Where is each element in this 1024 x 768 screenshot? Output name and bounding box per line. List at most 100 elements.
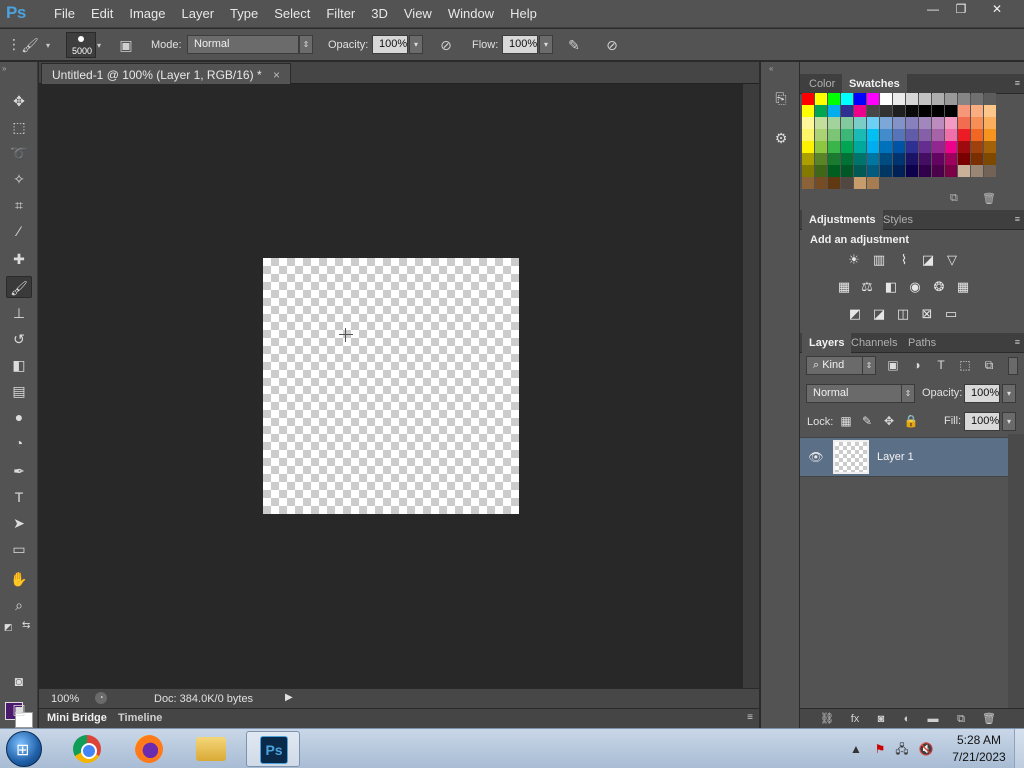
swatch[interactable] <box>945 117 957 129</box>
default-colors-icon[interactable]: ◩ <box>4 622 13 633</box>
menu-window[interactable]: Window <box>440 6 502 21</box>
swatch[interactable] <box>932 93 944 105</box>
swatch[interactable] <box>828 153 840 165</box>
layer-thumbnail[interactable] <box>833 440 869 474</box>
posterize-icon[interactable]: ◪ <box>870 305 888 323</box>
pressure-opacity-icon[interactable]: ⊘ <box>436 36 456 54</box>
tool-preset-dropdown-icon[interactable]: ▾ <box>46 41 52 50</box>
fill-input[interactable]: 100% <box>964 412 1000 431</box>
swatch[interactable] <box>984 165 996 177</box>
swatch[interactable] <box>919 129 931 141</box>
type-tool-icon[interactable]: T <box>6 486 32 508</box>
swatch[interactable] <box>945 165 957 177</box>
taskbar-photoshop[interactable]: Ps <box>246 731 300 767</box>
vertical-scrollbar[interactable] <box>743 84 759 688</box>
swatch[interactable] <box>841 93 853 105</box>
swatch[interactable] <box>984 117 996 129</box>
swatch[interactable] <box>906 141 918 153</box>
brush-panel-toggle-icon[interactable]: ▣ <box>116 36 136 54</box>
strip-grip-icon[interactable]: « <box>769 64 773 73</box>
lock-all-icon[interactable]: 🔒 <box>902 412 920 430</box>
pressure-size-icon[interactable]: ⊘ <box>602 36 622 54</box>
swatch[interactable] <box>815 93 827 105</box>
swatch[interactable] <box>854 177 866 189</box>
new-layer-icon[interactable]: ⧉ <box>952 711 970 727</box>
swatch[interactable] <box>802 105 814 117</box>
swatch[interactable] <box>893 117 905 129</box>
eraser-tool-icon[interactable]: ◧ <box>6 354 32 376</box>
swatch[interactable] <box>906 117 918 129</box>
layers-scrollbar[interactable] <box>1008 434 1024 708</box>
clock-time[interactable]: 5:28 AM <box>949 733 1009 747</box>
blend-mode-select[interactable]: Normal <box>806 384 906 403</box>
show-hidden-icons-icon[interactable]: ▲ <box>848 741 864 757</box>
canvas-transparent[interactable] <box>263 258 519 514</box>
menu-file[interactable]: File <box>46 6 83 21</box>
flow-dropdown-icon[interactable]: ▾ <box>539 35 553 54</box>
vibrance-icon[interactable]: ▽ <box>943 251 961 269</box>
curves-icon[interactable]: ⌇ <box>895 251 913 269</box>
swatch[interactable] <box>828 105 840 117</box>
action-center-flag-icon[interactable]: ⚑ <box>872 741 888 757</box>
filter-smart-object-icon[interactable]: ⧉ <box>980 356 998 374</box>
menu-layer[interactable]: Layer <box>174 6 223 21</box>
delete-layer-icon[interactable]: 🗑 <box>980 711 998 727</box>
color-lookup-icon[interactable]: ▦ <box>954 278 972 296</box>
menu-filter[interactable]: Filter <box>318 6 363 21</box>
status-menu-arrow-icon[interactable]: ▶ <box>285 692 293 703</box>
swatch[interactable] <box>919 165 931 177</box>
hand-tool-icon[interactable]: ✋ <box>6 568 32 590</box>
black-white-icon[interactable]: ◧ <box>882 278 900 296</box>
swatch[interactable] <box>854 165 866 177</box>
swatch[interactable] <box>828 93 840 105</box>
swatch[interactable] <box>854 105 866 117</box>
taskbar-firefox[interactable] <box>122 731 176 767</box>
swatch[interactable] <box>932 105 944 117</box>
layer-style-fx-icon[interactable]: fx <box>846 711 864 727</box>
show-desktop-button[interactable] <box>1014 729 1024 768</box>
zoom-tool-icon[interactable]: ⌕ <box>6 594 32 616</box>
swatches-panel-menu-icon[interactable]: ≡ <box>1015 78 1020 88</box>
swatch[interactable] <box>828 165 840 177</box>
bottom-panel-menu-icon[interactable]: ≡ <box>747 712 753 723</box>
gradient-tool-icon[interactable]: ▤ <box>6 380 32 402</box>
swatch[interactable] <box>867 105 879 117</box>
swatch[interactable] <box>906 93 918 105</box>
swatch[interactable] <box>932 129 944 141</box>
swatch[interactable] <box>815 177 827 189</box>
filter-adjustment-icon[interactable]: ◑ <box>908 356 926 374</box>
swatch[interactable] <box>802 177 814 189</box>
exposure-icon[interactable]: ◪ <box>919 251 937 269</box>
dodge-tool-icon[interactable]: ◔ <box>6 432 32 454</box>
menu-image[interactable]: Image <box>121 6 173 21</box>
swatch[interactable] <box>984 129 996 141</box>
swatch[interactable] <box>802 141 814 153</box>
delete-swatch-icon[interactable]: 🗑 <box>982 192 996 205</box>
filter-pixel-icon[interactable]: ▣ <box>884 356 902 374</box>
swatch[interactable] <box>802 129 814 141</box>
add-mask-icon[interactable]: ◙ <box>872 711 890 727</box>
swatch[interactable] <box>971 153 983 165</box>
swatch[interactable] <box>971 105 983 117</box>
threshold-icon[interactable]: ◫ <box>894 305 912 323</box>
swatch[interactable] <box>958 153 970 165</box>
swatch[interactable] <box>958 141 970 153</box>
tab-channels[interactable]: Channels <box>844 333 904 353</box>
swatch[interactable] <box>802 117 814 129</box>
opacity-dropdown-icon[interactable]: ▾ <box>409 35 423 54</box>
status-info-icon[interactable]: ◔ <box>95 692 107 704</box>
lock-image-pixels-icon[interactable]: ✎ <box>858 412 876 430</box>
swatch[interactable] <box>815 129 827 141</box>
clock-date[interactable]: 7/21/2023 <box>944 750 1014 764</box>
properties-panel-icon[interactable]: ⚙ <box>771 128 791 148</box>
airbrush-icon[interactable]: ✎ <box>564 36 584 54</box>
new-group-icon[interactable]: ▬ <box>924 711 942 727</box>
swatch[interactable] <box>815 165 827 177</box>
swatch[interactable] <box>880 117 892 129</box>
color-balance-icon[interactable]: ⚖ <box>858 278 876 296</box>
swatch[interactable] <box>906 153 918 165</box>
swatch[interactable] <box>880 165 892 177</box>
gradient-map-icon[interactable]: ▭ <box>942 305 960 323</box>
swatch[interactable] <box>893 93 905 105</box>
visibility-eye-icon[interactable]: 👁 <box>808 449 824 465</box>
